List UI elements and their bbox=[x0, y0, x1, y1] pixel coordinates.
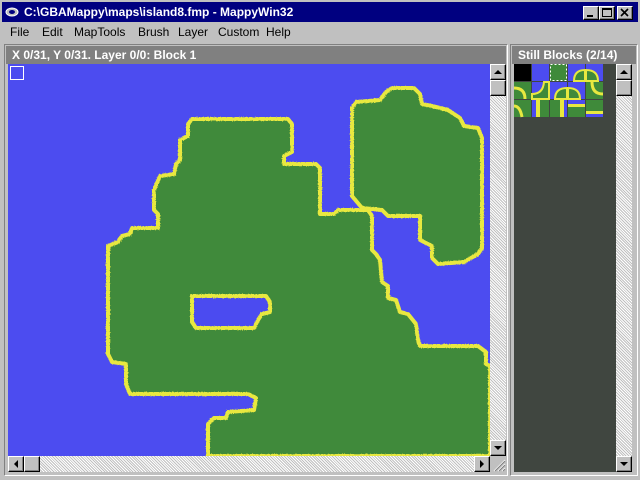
map-status-bar: X 0/31, Y 0/31. Layer 0/0: Block 1 bbox=[6, 46, 506, 64]
map-svg[interactable] bbox=[8, 64, 490, 456]
block-tile[interactable] bbox=[568, 100, 585, 117]
close-button[interactable] bbox=[617, 6, 633, 20]
minimize-button[interactable] bbox=[583, 6, 599, 20]
map-horizontal-thumb[interactable] bbox=[24, 456, 40, 472]
blocks-vertical-thumb[interactable] bbox=[616, 80, 632, 96]
arrow-down-icon bbox=[620, 462, 628, 466]
size-grip[interactable] bbox=[490, 456, 506, 472]
mappy-app-icon[interactable] bbox=[5, 5, 19, 19]
menu-edit[interactable]: Edit bbox=[42, 25, 63, 39]
menu-maptools[interactable]: MapTools bbox=[74, 25, 125, 39]
blocks-scroll-down-button[interactable] bbox=[616, 456, 632, 472]
menu-brush[interactable]: Brush bbox=[138, 25, 169, 39]
menu-help[interactable]: Help bbox=[266, 25, 291, 39]
arrow-left-icon bbox=[14, 460, 18, 468]
map-scroll-left-button[interactable] bbox=[8, 456, 24, 472]
title-bar[interactable]: C:\GBAMappy\maps\island8.fmp - MappyWin3… bbox=[2, 2, 638, 22]
block-tile[interactable] bbox=[550, 100, 567, 117]
map-scroll-up-button[interactable] bbox=[490, 64, 506, 80]
block-palette[interactable] bbox=[513, 64, 616, 472]
blocks-panel-title: Still Blocks (2/14) bbox=[518, 48, 618, 62]
size-grip-icon bbox=[493, 459, 506, 472]
map-scroll-down-button[interactable] bbox=[490, 440, 506, 456]
blocks-panel-header: Still Blocks (2/14) bbox=[512, 46, 636, 64]
block-palette-svg bbox=[513, 64, 604, 118]
window-title: C:\GBAMappy\maps\island8.fmp - MappyWin3… bbox=[24, 5, 294, 19]
map-horizontal-scrollbar[interactable] bbox=[8, 456, 490, 472]
block-tile[interactable] bbox=[586, 81, 604, 99]
cursor-selection[interactable] bbox=[10, 66, 24, 80]
block-tile[interactable] bbox=[586, 100, 603, 117]
map-status-text: X 0/31, Y 0/31. Layer 0/0: Block 1 bbox=[12, 48, 197, 62]
arrow-up-icon bbox=[620, 70, 628, 74]
menu-custom[interactable]: Custom bbox=[218, 25, 259, 39]
arrow-up-icon bbox=[494, 70, 502, 74]
arrow-right-icon bbox=[480, 460, 484, 468]
block-tile[interactable] bbox=[532, 64, 549, 81]
block-tile[interactable] bbox=[513, 82, 531, 100]
block-tile[interactable] bbox=[550, 82, 568, 100]
block-tile[interactable] bbox=[568, 64, 586, 82]
menu-layer[interactable]: Layer bbox=[178, 25, 208, 39]
lagoon bbox=[190, 294, 272, 330]
block-tile[interactable] bbox=[585, 64, 603, 82]
block-tile[interactable] bbox=[567, 82, 585, 100]
arrow-down-icon bbox=[494, 446, 502, 450]
blocks-scroll-up-button[interactable] bbox=[616, 64, 632, 80]
block-tile[interactable] bbox=[550, 64, 567, 81]
close-icon bbox=[620, 8, 629, 17]
application-window: C:\GBAMappy\maps\island8.fmp - MappyWin3… bbox=[0, 0, 640, 480]
map-vertical-scrollbar[interactable] bbox=[490, 64, 506, 456]
map-canvas[interactable] bbox=[8, 64, 490, 456]
map-scroll-right-button[interactable] bbox=[474, 456, 490, 472]
maximize-icon bbox=[602, 8, 612, 17]
maximize-button[interactable] bbox=[599, 6, 615, 20]
blocks-vertical-scrollbar[interactable] bbox=[616, 64, 632, 472]
block-tile[interactable] bbox=[531, 81, 550, 100]
map-vertical-thumb[interactable] bbox=[490, 80, 506, 96]
minimize-icon bbox=[587, 15, 593, 17]
menu-bar: File Edit MapTools Brush Layer Custom He… bbox=[2, 22, 638, 42]
block-tile[interactable] bbox=[532, 100, 549, 117]
block-tile[interactable] bbox=[514, 64, 531, 81]
menu-file[interactable]: File bbox=[10, 25, 29, 39]
block-tile[interactable] bbox=[513, 100, 531, 118]
